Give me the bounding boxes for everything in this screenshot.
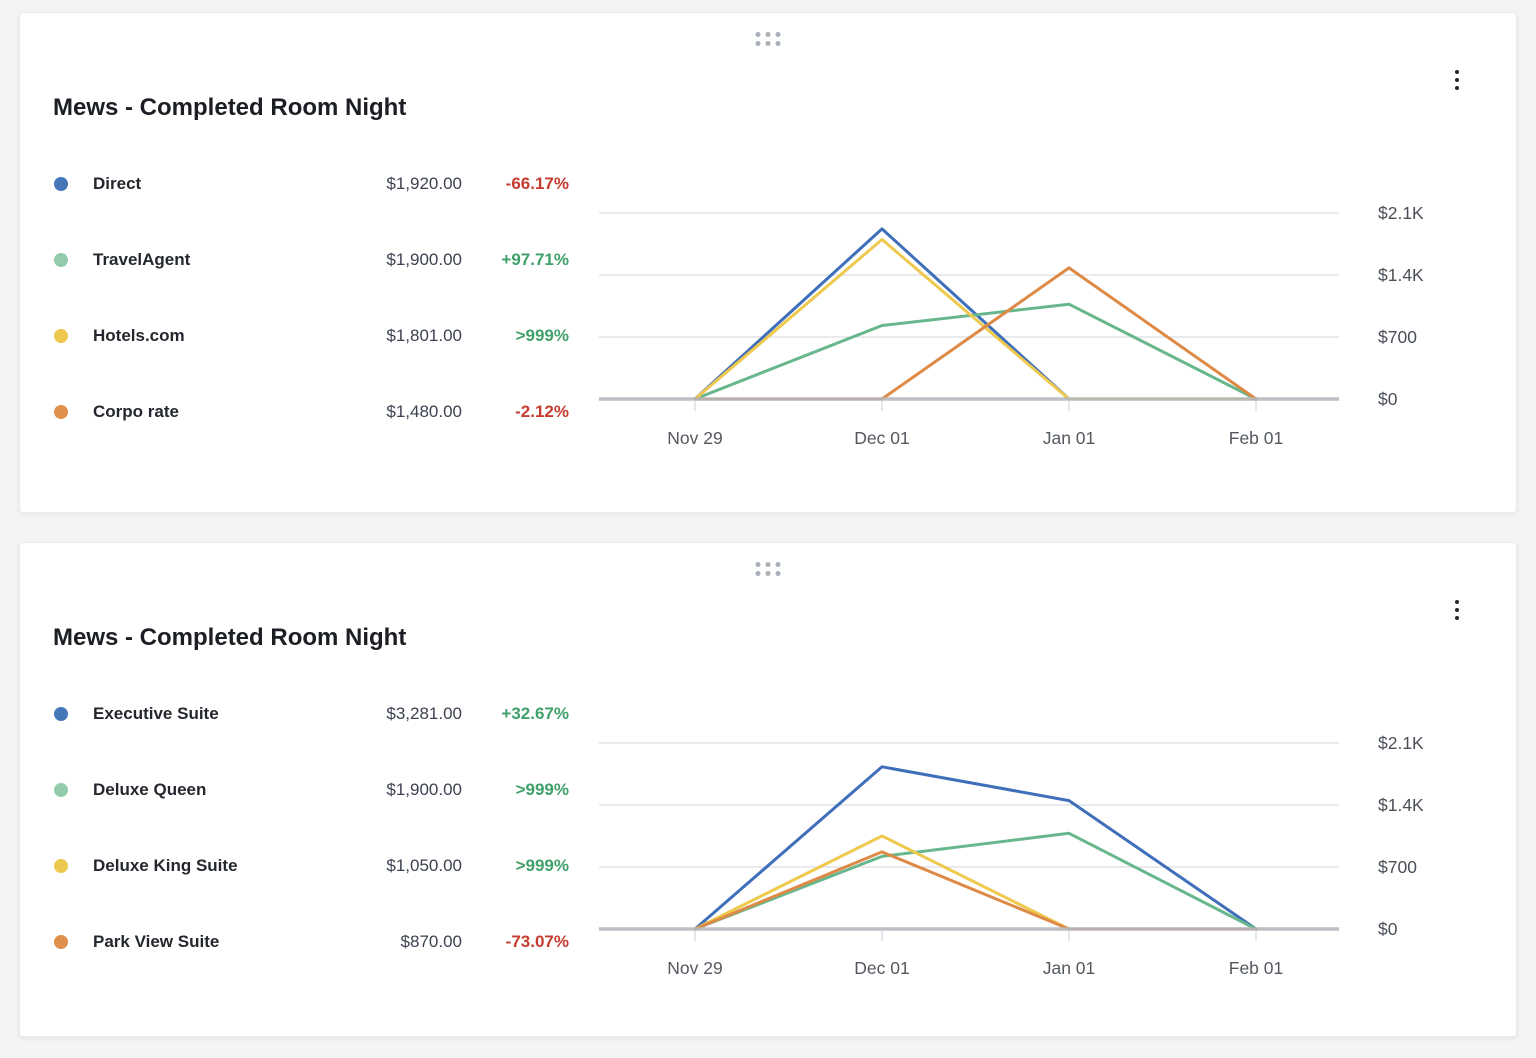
x-axis-label: Jan 01 [1043,958,1096,978]
x-axis-label: Nov 29 [667,958,722,978]
legend-value: $1,900.00 [386,250,462,270]
legend-row: Deluxe Queen $1,900.00>999% [54,778,569,802]
series-line-corpo-rate [695,268,1256,399]
legend-change: -66.17% [462,174,569,194]
legend-row: Park View Suite $870.00-73.07% [54,930,569,954]
legend-change: >999% [462,856,569,876]
legend-value: $1,920.00 [386,174,462,194]
y-axis-label: $700 [1378,326,1417,348]
drag-handle-icon[interactable] [754,30,783,48]
legend: Direct $1,920.00-66.17% TravelAgent $1,900.… [54,172,569,476]
series-line-deluxe-king-suite [695,836,1256,929]
legend-row: Hotels.com $1,801.00>999% [54,324,569,348]
legend-row: Executive Suite $3,281.00+32.67% [54,702,569,726]
widget-card: Mews - Completed Room Night Executive Su… [19,542,1517,1037]
x-axis-label: Nov 29 [667,428,722,448]
legend-change: +97.71% [462,250,569,270]
legend: Executive Suite $3,281.00+32.67% Deluxe Qu… [54,702,569,1006]
drag-handle-icon[interactable] [754,560,783,578]
legend-dot-icon [54,935,68,949]
card-title: Mews - Completed Room Night [53,94,406,122]
legend-label: Deluxe Queen [93,780,206,800]
card-title: Mews - Completed Room Night [53,624,406,652]
y-axis-labels: $2.1K $1.4K $700 $0 [1378,691,1508,981]
legend-value: $1,480.00 [386,402,462,422]
y-axis-label: $2.1K [1378,202,1424,224]
x-axis-label: Feb 01 [1229,428,1283,448]
legend-value: $1,900.00 [386,780,462,800]
legend-label: Hotels.com [93,326,185,346]
kebab-menu-button[interactable] [1443,593,1471,627]
legend-dot-icon [54,783,68,797]
y-axis-label: $2.1K [1378,732,1424,754]
legend-label: TravelAgent [93,250,190,270]
x-axis-label: Dec 01 [854,958,909,978]
legend-label: Park View Suite [93,932,219,952]
legend-value: $870.00 [401,932,462,952]
y-axis-label: $700 [1378,856,1417,878]
legend-label: Direct [93,174,141,194]
widget-card: Mews - Completed Room Night Direct $1,920… [19,12,1517,513]
legend-label: Corpo rate [93,402,179,422]
legend-row: Corpo rate $1,480.00-2.12% [54,400,569,424]
legend-row: Deluxe King Suite $1,050.00>999% [54,854,569,878]
legend-value: $1,801.00 [386,326,462,346]
x-axis-label: Jan 01 [1043,428,1096,448]
y-axis-labels: $2.1K $1.4K $700 $0 [1378,161,1508,451]
kebab-menu-icon [1455,600,1459,604]
kebab-menu-icon [1455,70,1459,74]
x-axis-label: Feb 01 [1229,958,1283,978]
line-chart: Nov 29 Dec 01 Jan 01 Feb 01 [599,691,1339,981]
legend-change: >999% [462,780,569,800]
legend-label: Executive Suite [93,704,219,724]
legend-dot-icon [54,405,68,419]
x-axis-label: Dec 01 [854,428,909,448]
legend-dot-icon [54,177,68,191]
legend-label: Deluxe King Suite [93,856,238,876]
legend-row: TravelAgent $1,900.00+97.71% [54,248,569,272]
line-chart: Nov 29 Dec 01 Jan 01 Feb 01 [599,161,1339,451]
legend-change: -2.12% [462,402,569,422]
series-line-hotels-com [695,240,1256,400]
legend-row: Direct $1,920.00-66.17% [54,172,569,196]
legend-value: $3,281.00 [386,704,462,724]
legend-dot-icon [54,253,68,267]
legend-dot-icon [54,859,68,873]
y-axis-label: $1.4K [1378,264,1424,286]
series-line-park-view-suite [695,852,1256,929]
legend-dot-icon [54,329,68,343]
legend-value: $1,050.00 [386,856,462,876]
y-axis-label: $1.4K [1378,794,1424,816]
legend-change: >999% [462,326,569,346]
kebab-menu-button[interactable] [1443,63,1471,97]
dashboard: Mews - Completed Room Night Direct $1,920… [0,0,1536,1058]
y-axis-label: $0 [1378,388,1397,410]
legend-change: -73.07% [462,932,569,952]
legend-dot-icon [54,707,68,721]
legend-change: +32.67% [462,704,569,724]
series-line-executive-suite [695,767,1256,929]
y-axis-label: $0 [1378,918,1397,940]
